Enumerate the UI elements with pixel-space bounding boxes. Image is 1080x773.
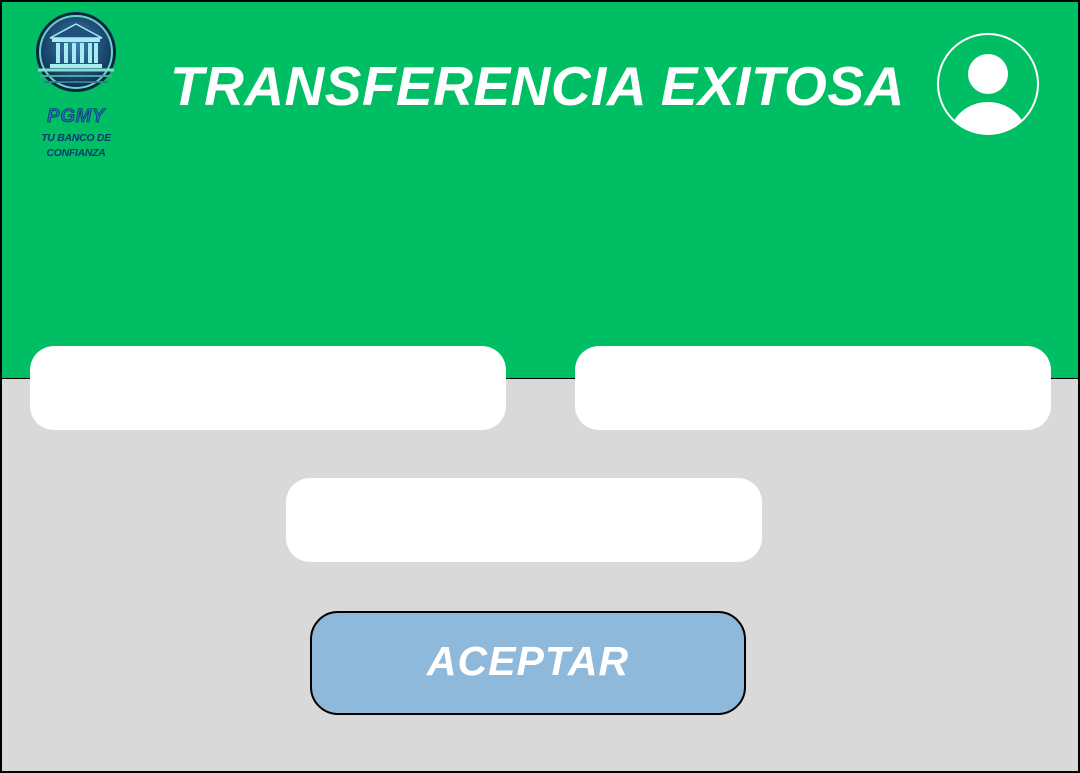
accept-button[interactable]: ACEPTAR (310, 611, 746, 715)
transfer-info-field-1[interactable] (30, 346, 506, 430)
user-avatar-button[interactable] (936, 30, 1040, 138)
header-banner: PGMY TU BANCO DE CONFIANZA TRANSFERENCIA… (2, 2, 1078, 379)
page-title: TRANSFERENCIA EXITOSA (170, 55, 905, 117)
bank-building-icon (30, 10, 122, 94)
bank-logo: PGMY TU BANCO DE CONFIANZA (30, 10, 122, 161)
bank-tagline: TU BANCO DE CONFIANZA (41, 132, 111, 159)
transfer-info-field-2[interactable] (575, 346, 1051, 430)
user-avatar-icon (936, 33, 1040, 142)
bank-name: PGMY (47, 106, 105, 128)
transfer-info-field-3[interactable] (286, 478, 762, 562)
transfer-success-screen: PGMY TU BANCO DE CONFIANZA TRANSFERENCIA… (0, 0, 1080, 773)
